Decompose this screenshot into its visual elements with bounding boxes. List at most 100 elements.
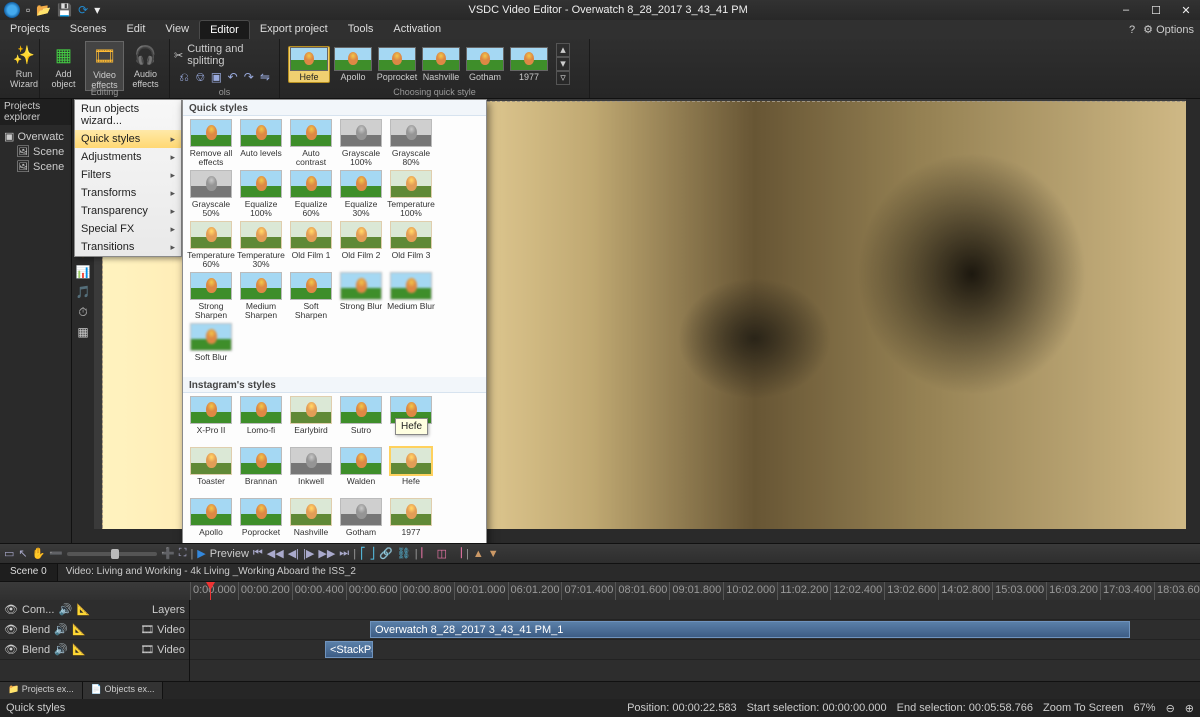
gallery-item-hefe[interactable]: Hefe (387, 447, 435, 495)
track-header-video-1[interactable]: 👁Blend🔊📐 🎞Video (0, 620, 189, 640)
gallery-item-soft-blur[interactable]: Soft Blur (187, 323, 235, 371)
gallery-item-earlybird[interactable]: Earlybird (287, 396, 335, 444)
new-icon[interactable]: ▫ (26, 3, 30, 17)
scene-tab-0[interactable]: Scene 0 (0, 564, 58, 581)
bottom-tab-projects[interactable]: 📁 Projects ex... (0, 682, 83, 699)
menu-run-objects-wizard[interactable]: Run objects wizard... (75, 100, 181, 130)
tl-rect-icon[interactable]: ▭ (4, 547, 14, 560)
gallery-item-old-film-3[interactable]: Old Film 3 (387, 221, 435, 269)
gallery-item-gotham[interactable]: Gotham (337, 498, 385, 543)
gallery-down-icon[interactable]: ▾ (556, 57, 570, 71)
scissors-icon[interactable]: ✂ (174, 49, 183, 62)
frame-fwd-icon[interactable]: |▶ (303, 547, 314, 560)
gallery-more-icon[interactable]: ▿ (556, 71, 570, 85)
zoom-in-icon[interactable]: ➕ (161, 547, 175, 560)
link-icon[interactable]: 🔗 (379, 547, 393, 560)
status-zoom-label[interactable]: Zoom To Screen (1043, 702, 1124, 715)
gallery-item-temperature-60-[interactable]: Temperature 60% (187, 221, 235, 269)
gallery-up-icon[interactable]: ▴ (556, 43, 570, 57)
minimize-button[interactable]: – (1116, 4, 1136, 17)
gallery-item-equalize-30-[interactable]: Equalize 30% (337, 170, 385, 218)
playhead[interactable] (210, 582, 211, 600)
crop-icon[interactable]: ▣ (210, 69, 222, 85)
animation-tool-icon[interactable]: ▦ (74, 323, 92, 341)
refresh-icon[interactable]: ⟳ (78, 3, 88, 17)
gallery-item-remove-all-effects[interactable]: Remove all effects (187, 119, 235, 167)
menu-tools[interactable]: Tools (338, 20, 384, 39)
goto-end-icon[interactable]: ⏭ (339, 547, 349, 560)
menu-export[interactable]: Export project (250, 20, 338, 39)
quickstyle-poprocket[interactable]: Poprocket (376, 47, 418, 82)
align-center-icon[interactable]: ◫ (437, 547, 447, 560)
status-zoom-out-icon[interactable]: ⊖ (1166, 702, 1175, 715)
clip-stackpan[interactable]: <StackPan (325, 641, 373, 658)
split-icon[interactable]: ⎌ (178, 69, 190, 85)
gallery-item-temperature-30-[interactable]: Temperature 30% (237, 221, 285, 269)
menu-scenes[interactable]: Scenes (60, 20, 117, 39)
timeline-ruler[interactable]: 0:00.00000:00.20000:00.40000:00.60000:00… (0, 582, 1200, 600)
gallery-item-strong-blur[interactable]: Strong Blur (337, 272, 385, 320)
audio-effects-button[interactable]: 🎧 Audio effects (126, 41, 165, 91)
menu-editor[interactable]: Editor (199, 20, 250, 39)
quickstyle-hefe[interactable]: Hefe (288, 46, 330, 83)
gallery-item-x-pro-ii[interactable]: X-Pro II (187, 396, 235, 444)
menu-edit[interactable]: Edit (116, 20, 155, 39)
save-icon[interactable]: 💾 (57, 3, 72, 17)
options-button[interactable]: ⚙ Options (1143, 23, 1194, 36)
menu-projects[interactable]: Projects (0, 20, 60, 39)
order-front-icon[interactable]: ▲ (473, 548, 484, 560)
tree-scene-1[interactable]: 🖼 Scene 1 (4, 159, 67, 174)
track-lanes[interactable]: Overwatch 8_28_2017 3_43_41 PM_1 <StackP… (190, 600, 1200, 681)
menu-filters[interactable]: Filters▸ (75, 166, 181, 184)
zoom-fit-icon[interactable]: ⛶ (179, 547, 187, 560)
quickstyle-gotham[interactable]: Gotham (464, 47, 506, 82)
marker-out-icon[interactable]: ⎦ (370, 547, 376, 560)
video-effects-button[interactable]: 🎞 Video effects (85, 41, 124, 91)
menu-view[interactable]: View (155, 20, 199, 39)
tree-scene-0[interactable]: 🖼 Scene 0 (4, 144, 67, 159)
rotate-right-icon[interactable]: ↷ (243, 69, 255, 85)
gallery-item-lomo-fi[interactable]: Lomo-fi (237, 396, 285, 444)
flip-icon[interactable]: ⇋ (259, 69, 271, 85)
menu-adjustments[interactable]: Adjustments▸ (75, 148, 181, 166)
zoom-out-icon[interactable]: ➖ (49, 547, 63, 560)
track-header-composition[interactable]: 👁Com...🔊📐 Layers (0, 600, 189, 620)
menu-activation[interactable]: Activation (383, 20, 451, 39)
rotate-left-icon[interactable]: ↶ (227, 69, 239, 85)
status-zoom-in-icon[interactable]: ⊕ (1185, 702, 1194, 715)
gallery-item-equalize-100-[interactable]: Equalize 100% (237, 170, 285, 218)
step-back-icon[interactable]: ◀◀ (267, 547, 284, 560)
bottom-tab-objects[interactable]: 📄 Objects ex... (83, 682, 164, 699)
maximize-button[interactable]: ☐ (1146, 4, 1166, 17)
tree-root[interactable]: ▣ Overwatc (4, 129, 67, 144)
gallery-item-sutro[interactable]: Sutro (337, 396, 385, 444)
play-icon[interactable]: ▶ (197, 547, 205, 560)
help-button[interactable]: ? (1129, 24, 1135, 36)
gallery-item-grayscale-50-[interactable]: Grayscale 50% (187, 170, 235, 218)
zoom-slider[interactable] (67, 552, 157, 556)
marker-in-icon[interactable]: ⎡ (360, 547, 366, 560)
menu-quick-styles[interactable]: Quick styles▸ (75, 130, 181, 148)
gallery-item-inkwell[interactable]: Inkwell (287, 447, 335, 495)
quickstyle-apollo[interactable]: Apollo (332, 47, 374, 82)
menu-transitions[interactable]: Transitions▸ (75, 238, 181, 256)
quickstyle-1977[interactable]: 1977 (508, 47, 550, 82)
gallery-item-strong-sharpen[interactable]: Strong Sharpen (187, 272, 235, 320)
gallery-item-temperature-100-[interactable]: Temperature 100% (387, 170, 435, 218)
gallery-item-equalize-60-[interactable]: Equalize 60% (287, 170, 335, 218)
track-header-video-2[interactable]: 👁Blend🔊📐 🎞Video (0, 640, 189, 660)
gallery-item-grayscale-80-[interactable]: Grayscale 80% (387, 119, 435, 167)
add-object-button[interactable]: ▦ Add object (44, 41, 83, 91)
gallery-item-old-film-1[interactable]: Old Film 1 (287, 221, 335, 269)
run-wizard-button[interactable]: ✨ Run Wizard (4, 41, 44, 89)
open-icon[interactable]: 📂 (36, 3, 51, 17)
gallery-item-1977[interactable]: 1977 (387, 498, 435, 543)
vertical-scrollbar[interactable] (1186, 99, 1200, 543)
gallery-item-brannan[interactable]: Brannan (237, 447, 285, 495)
frame-back-icon[interactable]: ◀| (288, 547, 299, 560)
goto-start-icon[interactable]: ⏮ (253, 547, 263, 560)
menu-transparency[interactable]: Transparency▸ (75, 202, 181, 220)
gallery-item-apollo[interactable]: Apollo (187, 498, 235, 543)
gallery-item-nashville[interactable]: Nashville (287, 498, 335, 543)
counter-tool-icon[interactable]: ⏱ (74, 303, 92, 321)
